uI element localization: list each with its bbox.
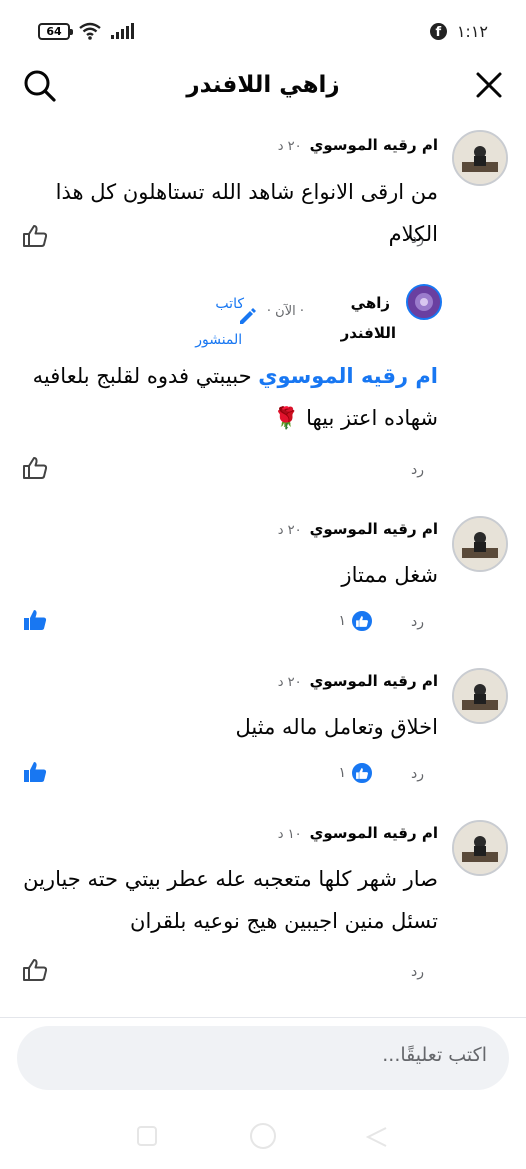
like-icon[interactable] bbox=[22, 456, 48, 484]
reaction-number: ١ bbox=[338, 613, 346, 629]
comment-meta: ام رقيه الموسوي ١٠ د bbox=[278, 824, 438, 842]
reaction-number: ١ bbox=[338, 765, 346, 781]
comment-line: من ارقى الانواع شاهد الله تستاهلون كل هذ… bbox=[55, 180, 438, 246]
comment-time: ١٠ د bbox=[277, 827, 302, 842]
comment: ام رقيه الموسوي ٢٠ د اخلاق وتعامل ماله م… bbox=[0, 664, 526, 794]
comment-meta: ام رقيه الموسوي ٢٠ د bbox=[278, 520, 438, 538]
comment-time: · الآن · bbox=[266, 304, 304, 319]
reaction-like-icon bbox=[350, 761, 374, 785]
comment-time: ٢٠ د bbox=[277, 139, 302, 154]
comment-line: صار شهر كلها متعجبه عله عطر بيتي حته جيا… bbox=[23, 867, 438, 891]
comment-text: ام رقيه الموسوي حبيبتي فدوه لقلبج بلعافي… bbox=[33, 355, 438, 439]
like-icon[interactable] bbox=[22, 224, 48, 252]
comment-meta: ام رقيه الموسوي ٢٠ د bbox=[278, 672, 438, 690]
system-nav-bar bbox=[0, 1118, 526, 1158]
home-button[interactable] bbox=[250, 1123, 276, 1149]
facebook-icon: f bbox=[429, 23, 447, 40]
reply-button[interactable]: رد bbox=[411, 964, 424, 980]
status-bar: 64 f ١:١٢ bbox=[0, 0, 526, 62]
comment-meta: ام رقيه الموسوي ٢٠ د bbox=[278, 136, 438, 154]
page-title: زاهي اللافندر bbox=[186, 72, 340, 98]
comment-text: شغل ممتاز bbox=[341, 554, 438, 596]
avatar[interactable] bbox=[452, 516, 508, 572]
comment-time: ٢٠ د bbox=[277, 675, 302, 690]
avatar[interactable] bbox=[452, 130, 508, 186]
recents-button[interactable] bbox=[137, 1126, 157, 1146]
comment-line: شهاده اعتز بيها 🌹 bbox=[273, 406, 438, 430]
comment: ام رقيه الموسوي ٢٠ د شغل ممتاز رد ١ bbox=[0, 512, 526, 642]
comment: ام رقيه الموسوي ٢٠ د من ارقى الانواع شاه… bbox=[0, 128, 526, 258]
comment-author[interactable]: زاهي اللافندر bbox=[341, 288, 396, 348]
battery-icon: 64 bbox=[38, 22, 73, 40]
signal-icon bbox=[111, 23, 134, 39]
wifi-icon bbox=[79, 22, 101, 40]
comment-author[interactable]: ام رقيه الموسوي bbox=[310, 824, 438, 842]
comment-input-placeholder: اكتب تعليقًا... bbox=[382, 1044, 487, 1066]
divider bbox=[0, 1017, 526, 1018]
reaction-count[interactable]: ١ bbox=[338, 761, 374, 785]
comment-line: تسئل منين اجيبين هيج نوعيه بلقران bbox=[130, 909, 438, 933]
badge-line: كاتب bbox=[215, 296, 244, 312]
author-badge: كاتب المنشور bbox=[193, 286, 244, 358]
close-icon[interactable] bbox=[474, 70, 504, 104]
comment-text: اخلاق وتعامل ماله مثيل bbox=[236, 706, 438, 748]
comment-author[interactable]: ام رقيه الموسوي bbox=[310, 520, 438, 538]
status-right: f ١:١٢ bbox=[429, 22, 488, 41]
comment-author[interactable]: ام رقيه الموسوي bbox=[310, 672, 438, 690]
like-filled-icon[interactable] bbox=[22, 608, 48, 636]
avatar[interactable] bbox=[406, 284, 442, 320]
author-name-line: اللافندر bbox=[340, 324, 396, 342]
comment-line: ام رقيه الموسوي حبيبتي فدوه لقلبج بلعافي… bbox=[33, 355, 438, 397]
reaction-count[interactable]: ١ bbox=[338, 609, 374, 633]
mention-link[interactable]: ام رقيه الموسوي bbox=[258, 364, 438, 388]
comment-line: اخلاق وتعامل ماله مثيل bbox=[235, 715, 438, 739]
reaction-like-icon bbox=[350, 609, 374, 633]
comment-line: شغل ممتاز bbox=[341, 563, 438, 587]
avatar[interactable] bbox=[452, 820, 508, 876]
status-time: ١:١٢ bbox=[456, 22, 488, 41]
comment-input[interactable]: اكتب تعليقًا... bbox=[17, 1026, 509, 1090]
comment-time: ٢٠ د bbox=[277, 523, 302, 538]
back-button[interactable] bbox=[365, 1126, 388, 1152]
status-left: 64 bbox=[38, 22, 134, 40]
reply-button[interactable]: رد bbox=[411, 231, 424, 247]
author-name-line: زاهي bbox=[350, 294, 390, 312]
comment: زاهي اللافندر · الآن · كاتب المنشور ام ر… bbox=[0, 280, 526, 490]
reply-button[interactable]: رد bbox=[411, 614, 424, 630]
comment: ام رقيه الموسوي ١٠ د صار شهر كلها متعجبه… bbox=[0, 816, 526, 996]
battery-level: 64 bbox=[46, 24, 62, 38]
badge-line: المنشور bbox=[195, 332, 243, 348]
comment-line-text: حبيبتي فدوه لقلبج بلعافيه bbox=[32, 364, 259, 388]
avatar[interactable] bbox=[452, 668, 508, 724]
like-filled-icon[interactable] bbox=[22, 760, 48, 788]
comment-text: من ارقى الانواع شاهد الله تستاهلون كل هذ… bbox=[0, 171, 438, 255]
comment-author[interactable]: ام رقيه الموسوي bbox=[310, 136, 438, 154]
reply-button[interactable]: رد bbox=[411, 766, 424, 782]
like-icon[interactable] bbox=[22, 958, 48, 986]
reply-button[interactable]: رد bbox=[411, 462, 424, 478]
header: زاهي اللافندر bbox=[0, 62, 526, 114]
comment-text: صار شهر كلها متعجبه عله عطر بيتي حته جيا… bbox=[23, 858, 438, 942]
